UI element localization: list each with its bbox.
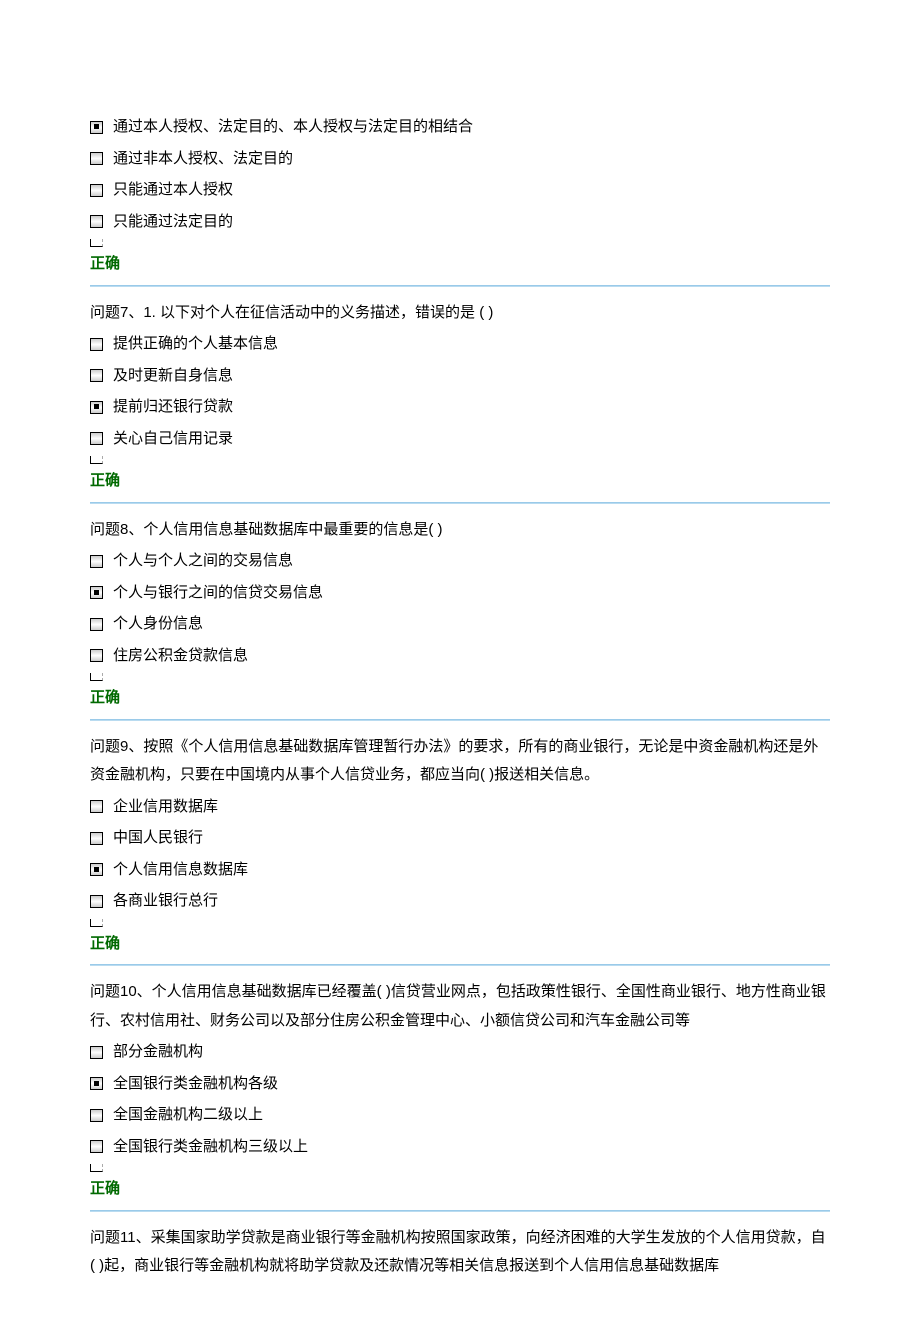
- option-row: 个人与银行之间的信贷交易信息: [90, 579, 830, 608]
- radio-icon[interactable]: [90, 800, 103, 813]
- correct-label: 正确: [90, 684, 830, 713]
- option-row: 全国银行类金融机构各级: [90, 1070, 830, 1099]
- radio-icon[interactable]: [90, 1046, 103, 1059]
- radio-icon[interactable]: [90, 555, 103, 568]
- correct-label: 正确: [90, 250, 830, 279]
- radio-icon[interactable]: [90, 432, 103, 445]
- option-text: 只能通过本人授权: [113, 176, 233, 205]
- option-row: 通过本人授权、法定目的、本人授权与法定目的相结合: [90, 113, 830, 142]
- divider: [90, 285, 830, 287]
- option-row: [90, 673, 830, 681]
- divider: [90, 719, 830, 721]
- option-row: 个人身份信息: [90, 610, 830, 639]
- option-row: 全国银行类金融机构三级以上: [90, 1133, 830, 1162]
- partial-icon: [90, 456, 103, 464]
- option-text: 全国银行类金融机构三级以上: [113, 1133, 308, 1162]
- option-row: 个人信用信息数据库: [90, 856, 830, 885]
- radio-icon[interactable]: [90, 649, 103, 662]
- option-text: 全国银行类金融机构各级: [113, 1070, 278, 1099]
- option-text: 及时更新自身信息: [113, 362, 233, 391]
- question-text: 问题10、个人信用信息基础数据库已经覆盖( )信贷营业网点，包括政策性银行、全国…: [90, 978, 830, 1035]
- option-text: 住房公积金贷款信息: [113, 642, 248, 671]
- radio-icon[interactable]: [90, 618, 103, 631]
- question-text: 问题7、1. 以下对个人在征信活动中的义务描述，错误的是 ( ): [90, 299, 830, 328]
- option-row: 企业信用数据库: [90, 793, 830, 822]
- radio-icon[interactable]: [90, 1140, 103, 1153]
- correct-label: 正确: [90, 930, 830, 959]
- option-row: [90, 919, 830, 927]
- option-row: [90, 456, 830, 464]
- option-text: 提供正确的个人基本信息: [113, 330, 278, 359]
- option-text: 提前归还银行贷款: [113, 393, 233, 422]
- partial-icon: [90, 1164, 103, 1172]
- radio-icon[interactable]: [90, 152, 103, 165]
- option-row: 只能通过法定目的: [90, 208, 830, 237]
- option-row: [90, 1164, 830, 1172]
- partial-icon: [90, 673, 103, 681]
- radio-icon[interactable]: [90, 215, 103, 228]
- option-text: 个人身份信息: [113, 610, 203, 639]
- radio-icon[interactable]: [90, 401, 103, 414]
- option-row: 全国金融机构二级以上: [90, 1101, 830, 1130]
- correct-label: 正确: [90, 467, 830, 496]
- radio-icon[interactable]: [90, 895, 103, 908]
- option-row: 提前归还银行贷款: [90, 393, 830, 422]
- question-text: 问题9、按照《个人信用信息基础数据库管理暂行办法》的要求，所有的商业银行，无论是…: [90, 733, 830, 790]
- option-row: [90, 239, 830, 247]
- partial-icon: [90, 239, 103, 247]
- option-text: 中国人民银行: [113, 824, 203, 853]
- radio-icon[interactable]: [90, 121, 103, 134]
- option-text: 通过非本人授权、法定目的: [113, 145, 293, 174]
- option-row: 及时更新自身信息: [90, 362, 830, 391]
- option-row: 部分金融机构: [90, 1038, 830, 1067]
- option-text: 企业信用数据库: [113, 793, 218, 822]
- option-text: 部分金融机构: [113, 1038, 203, 1067]
- radio-icon[interactable]: [90, 184, 103, 197]
- radio-icon[interactable]: [90, 832, 103, 845]
- option-text: 全国金融机构二级以上: [113, 1101, 263, 1130]
- radio-icon[interactable]: [90, 1109, 103, 1122]
- option-text: 个人信用信息数据库: [113, 856, 248, 885]
- question-block: 通过本人授权、法定目的、本人授权与法定目的相结合 通过非本人授权、法定目的 只能…: [90, 113, 830, 279]
- option-row: 提供正确的个人基本信息: [90, 330, 830, 359]
- divider: [90, 1210, 830, 1212]
- radio-icon[interactable]: [90, 586, 103, 599]
- radio-icon[interactable]: [90, 863, 103, 876]
- question-block: 问题9、按照《个人信用信息基础数据库管理暂行办法》的要求，所有的商业银行，无论是…: [90, 733, 830, 959]
- divider: [90, 502, 830, 504]
- radio-icon[interactable]: [90, 338, 103, 351]
- correct-label: 正确: [90, 1175, 830, 1204]
- radio-icon[interactable]: [90, 369, 103, 382]
- partial-icon: [90, 919, 103, 927]
- option-text: 只能通过法定目的: [113, 208, 233, 237]
- option-row: 中国人民银行: [90, 824, 830, 853]
- option-row: 只能通过本人授权: [90, 176, 830, 205]
- question-text: 问题8、个人信用信息基础数据库中最重要的信息是( ): [90, 516, 830, 545]
- option-text: 各商业银行总行: [113, 887, 218, 916]
- question-block: 问题10、个人信用信息基础数据库已经覆盖( )信贷营业网点，包括政策性银行、全国…: [90, 978, 830, 1204]
- option-text: 通过本人授权、法定目的、本人授权与法定目的相结合: [113, 113, 473, 142]
- option-row: 通过非本人授权、法定目的: [90, 145, 830, 174]
- question-block: 问题7、1. 以下对个人在征信活动中的义务描述，错误的是 ( ) 提供正确的个人…: [90, 299, 830, 496]
- question-block: 问题11、采集国家助学贷款是商业银行等金融机构按照国家政策，向经济困难的大学生发…: [90, 1224, 830, 1281]
- question-block: 问题8、个人信用信息基础数据库中最重要的信息是( ) 个人与个人之间的交易信息 …: [90, 516, 830, 713]
- option-text: 个人与个人之间的交易信息: [113, 547, 293, 576]
- option-row: 住房公积金贷款信息: [90, 642, 830, 671]
- option-text: 关心自己信用记录: [113, 425, 233, 454]
- option-row: 关心自己信用记录: [90, 425, 830, 454]
- option-row: 个人与个人之间的交易信息: [90, 547, 830, 576]
- radio-icon[interactable]: [90, 1077, 103, 1090]
- option-text: 个人与银行之间的信贷交易信息: [113, 579, 323, 608]
- question-text: 问题11、采集国家助学贷款是商业银行等金融机构按照国家政策，向经济困难的大学生发…: [90, 1224, 830, 1281]
- option-row: 各商业银行总行: [90, 887, 830, 916]
- divider: [90, 964, 830, 966]
